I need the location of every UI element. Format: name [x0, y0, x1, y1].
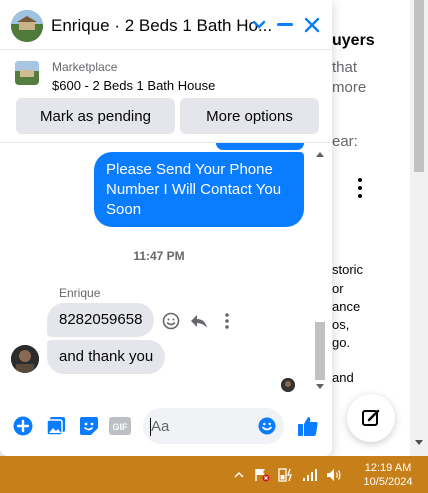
- sticker-icon: [80, 417, 98, 435]
- new-message-button[interactable]: [347, 394, 395, 442]
- message-more-button[interactable]: [217, 311, 237, 331]
- network-button[interactable]: [302, 468, 318, 482]
- marketplace-listing-bar: Marketplace $600 - 2 Beds 1 Bath House M…: [0, 51, 332, 143]
- gif-label: GIF: [113, 422, 129, 432]
- chevron-down-icon: [252, 20, 266, 29]
- compose-icon: [362, 409, 380, 426]
- speaker-icon: [327, 469, 341, 481]
- more-options-button[interactable]: More options: [180, 98, 319, 134]
- more-menu-icon[interactable]: [352, 178, 368, 204]
- outgoing-message-bubble-partial: [216, 143, 304, 150]
- signal-bars-icon: [303, 469, 317, 481]
- battery-button[interactable]: [278, 468, 294, 482]
- incoming-message-bubble[interactable]: 8282059658: [47, 303, 155, 337]
- contact-avatar[interactable]: [11, 10, 43, 42]
- sender-name: Enrique: [59, 286, 101, 300]
- reply-icon: [191, 315, 207, 328]
- gif-icon: GIF: [109, 417, 131, 435]
- emoji-button[interactable]: [256, 415, 278, 437]
- clock-date: 10/5/2024: [363, 476, 413, 488]
- marketplace-label: Marketplace: [52, 60, 118, 74]
- like-button[interactable]: [297, 415, 319, 437]
- more-actions-button[interactable]: [12, 415, 34, 437]
- sender-avatar[interactable]: [11, 345, 39, 373]
- attach-photo-button[interactable]: [45, 415, 67, 437]
- message-scrollbar-thumb[interactable]: [315, 322, 325, 380]
- volume-button[interactable]: [326, 468, 342, 482]
- close-chat-button[interactable]: [301, 14, 323, 36]
- background-text: storic: [332, 262, 364, 277]
- emoji-icon: [258, 417, 276, 435]
- background-text: go.: [332, 335, 351, 350]
- background-text: more: [332, 79, 367, 96]
- chat-title[interactable]: Enrique · 2 Beds 1 Bath Ho...: [51, 16, 272, 36]
- page-scrollbar[interactable]: [410, 0, 428, 456]
- plus-circle-icon: [13, 416, 33, 436]
- read-receipt-avatar: [281, 378, 295, 392]
- gif-button[interactable]: GIF: [109, 415, 131, 437]
- scroll-up-arrow-icon[interactable]: [316, 152, 324, 157]
- vertical-dots-icon: [225, 313, 229, 329]
- reply-button[interactable]: [189, 311, 209, 331]
- photo-icon: [46, 417, 65, 436]
- sticker-button[interactable]: [78, 415, 100, 437]
- minimize-icon: [277, 23, 293, 26]
- close-icon: [304, 17, 320, 33]
- show-hidden-icons-button[interactable]: [231, 468, 247, 482]
- chat-header[interactable]: Enrique · 2 Beds 1 Bath Ho...: [0, 0, 332, 50]
- outgoing-message-bubble[interactable]: Please Send Your Phone Number I Will Con…: [94, 152, 304, 227]
- clock-time: 12:19 AM: [364, 462, 412, 474]
- listing-thumbnail[interactable]: [15, 61, 39, 85]
- chevron-up-icon: [234, 472, 244, 478]
- listing-title[interactable]: $600 - 2 Beds 1 Bath House: [52, 78, 215, 93]
- text-cursor: [150, 418, 151, 436]
- incoming-message-bubble[interactable]: and thank you: [47, 340, 166, 374]
- page-scrollbar-thumb[interactable]: [414, 0, 424, 172]
- minimize-chat-button[interactable]: [274, 14, 296, 36]
- flag-alert-icon: [255, 469, 270, 482]
- taskbar: 12:19 AM 10/5/2024: [0, 456, 428, 493]
- background-text: os,: [332, 317, 350, 332]
- system-clock[interactable]: 12:19 AM 10/5/2024: [355, 461, 421, 489]
- chat-options-button[interactable]: [248, 14, 270, 36]
- scroll-down-arrow-icon[interactable]: [415, 440, 423, 445]
- background-text: and: [332, 370, 354, 385]
- background-text: ear:: [332, 133, 358, 150]
- smiley-icon: [162, 312, 180, 330]
- background-text: ance: [332, 299, 361, 314]
- background-text: or: [332, 281, 344, 296]
- react-button[interactable]: [161, 311, 181, 331]
- message-scrollbar[interactable]: [314, 148, 326, 392]
- thumbs-up-icon: [298, 417, 318, 436]
- scroll-down-arrow-icon[interactable]: [316, 384, 324, 389]
- mark-as-pending-button[interactable]: Mark as pending: [16, 98, 175, 134]
- chat-window: Enrique · 2 Beds 1 Bath Ho... Marketplac…: [0, 0, 332, 456]
- message-timestamp: 11:47 PM: [133, 249, 185, 263]
- notification-flag-button[interactable]: [254, 468, 270, 482]
- message-composer: GIF: [0, 399, 332, 456]
- background-text: that: [332, 59, 358, 76]
- battery-charging-icon: [278, 468, 292, 482]
- background-heading: uyers: [332, 32, 375, 49]
